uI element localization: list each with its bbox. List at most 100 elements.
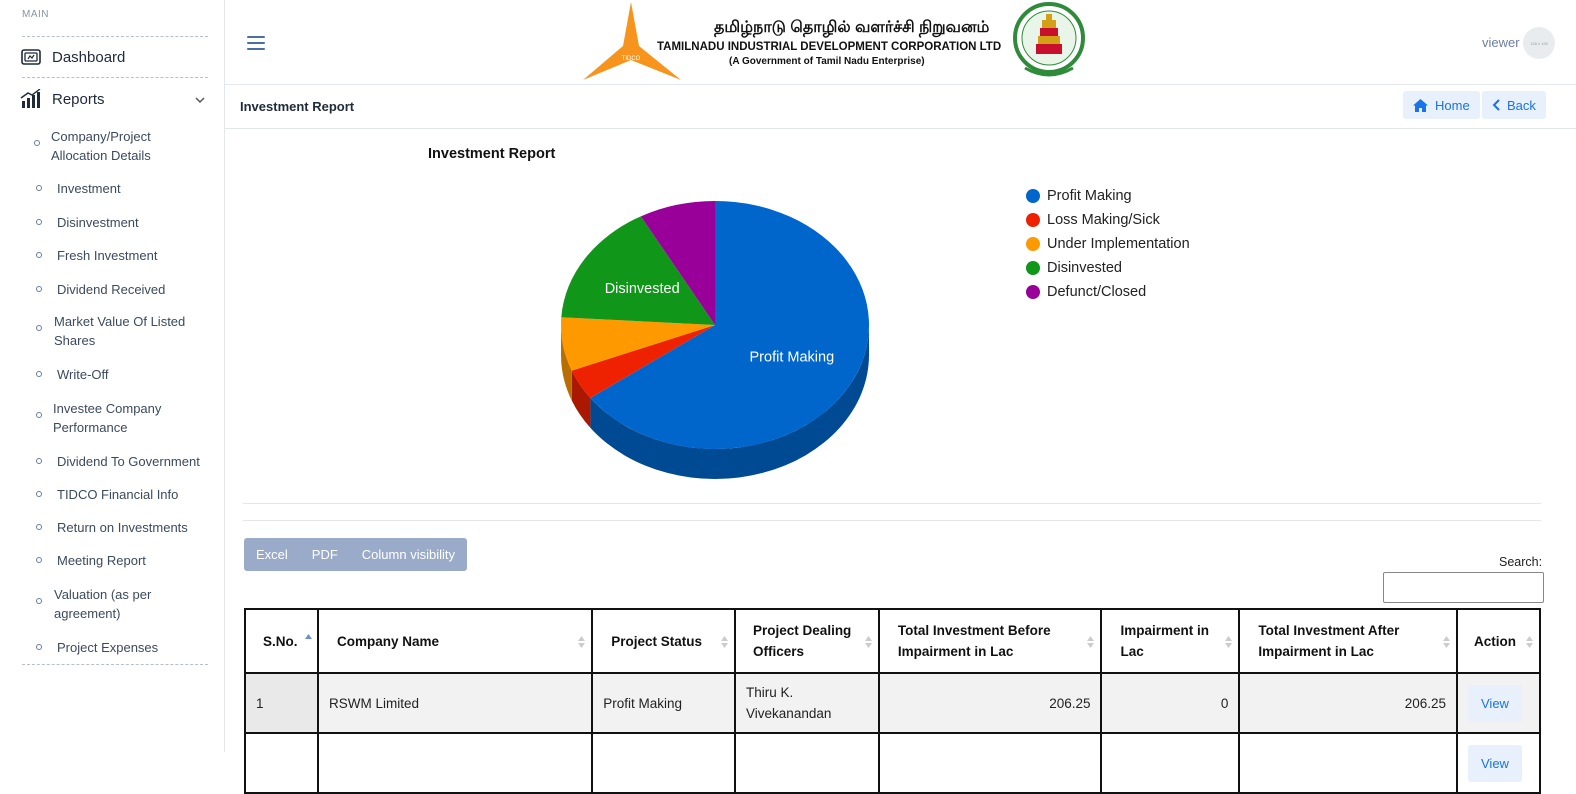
divider: [243, 520, 1541, 521]
cell-before: 206.25: [877, 672, 1103, 734]
pie-label-profit-making: Profit Making: [750, 350, 835, 366]
sidebar-item-dividend-government[interactable]: Dividend To Government: [36, 452, 200, 471]
search-input[interactable]: [1383, 572, 1544, 603]
sidebar-item-project-expenses[interactable]: Project Expenses: [36, 638, 159, 657]
sort-icon: [578, 636, 586, 648]
column-visibility-button[interactable]: Column visibility: [350, 538, 467, 571]
hamburger-menu-icon[interactable]: [247, 36, 265, 50]
sidebar-item-label: Write-Off: [57, 367, 109, 382]
cell-officers: [734, 732, 880, 794]
cell-impairment: [1100, 732, 1241, 794]
cell-after: 206.25: [1238, 672, 1458, 734]
back-button[interactable]: Back: [1482, 91, 1546, 119]
cell-officers: Thiru K. Vivekanandan: [734, 672, 880, 734]
logo-tamil-name: தமிழ்நாடு தொழில் வளர்ச்சி நிறுவனம்: [714, 19, 990, 36]
column-header-status[interactable]: Project Status: [591, 608, 737, 674]
legend-item-disinvested[interactable]: Disinvested: [1026, 256, 1190, 280]
chart-title: Investment Report: [428, 146, 556, 162]
sort-icon: [1087, 636, 1095, 648]
sidebar-item-label: Project Expenses: [57, 640, 159, 655]
home-button-label: Home: [1435, 97, 1470, 113]
sidebar-item-dashboard[interactable]: Dashboard: [20, 48, 125, 66]
investment-table: S.No. Company Name Project Status Projec…: [244, 608, 1541, 794]
legend-item-profit-making[interactable]: Profit Making: [1026, 184, 1190, 208]
cell-status: Profit Making: [591, 672, 737, 734]
column-header-impairment[interactable]: Impairment in Lac: [1100, 608, 1241, 674]
sidebar-item-financial-info[interactable]: TIDCO Financial Info: [36, 485, 178, 504]
sidebar-item-label: Market Value Of Listed Shares: [54, 314, 186, 348]
page-title: Investment Report: [240, 99, 355, 114]
sidebar-item-fresh-investment[interactable]: Fresh Investment: [36, 246, 157, 265]
sort-icon: [721, 636, 729, 648]
bullet-icon: [36, 371, 42, 377]
sidebar-section-label: MAIN: [22, 9, 49, 20]
back-button-label: Back: [1507, 97, 1536, 113]
view-button[interactable]: View: [1468, 684, 1522, 722]
column-header-action[interactable]: Action: [1456, 608, 1541, 674]
chevron-left-icon: [1492, 99, 1500, 111]
svg-text:TIDCO: TIDCO: [622, 56, 641, 62]
home-button[interactable]: Home: [1403, 91, 1480, 119]
column-header-after[interactable]: Total Investment After Impairment in Lac: [1238, 608, 1458, 674]
sort-icon: [1225, 636, 1233, 648]
view-button[interactable]: View: [1468, 744, 1522, 782]
chart-legend: Profit Making Loss Making/Sick Under Imp…: [1026, 184, 1190, 304]
sidebar-item-market-value[interactable]: Market Value Of Listed Shares: [36, 312, 204, 350]
excel-button[interactable]: Excel: [244, 538, 300, 571]
divider: [22, 36, 208, 37]
search-label: Search:: [1499, 555, 1543, 569]
legend-item-loss-making[interactable]: Loss Making/Sick: [1026, 208, 1190, 232]
cell-sno: [244, 732, 319, 794]
sidebar-item-investee-performance[interactable]: Investee Company Performance: [36, 399, 203, 437]
bullet-icon: [36, 491, 42, 497]
legend-item-under-implementation[interactable]: Under Implementation: [1026, 232, 1190, 256]
sidebar-item-label: Disinvestment: [57, 215, 139, 230]
chevron-down-icon[interactable]: [193, 93, 207, 107]
column-header-sno[interactable]: S.No.: [244, 608, 319, 674]
pdf-button[interactable]: PDF: [300, 538, 350, 571]
table-row: 1 RSWM Limited Profit Making Thiru K. Vi…: [244, 672, 1541, 734]
sidebar-item-company-allocation[interactable]: Company/Project Allocation Details: [34, 127, 201, 165]
legend-label: Defunct/Closed: [1047, 284, 1147, 300]
sidebar-item-meeting-report[interactable]: Meeting Report: [36, 551, 146, 570]
bullet-icon: [36, 219, 42, 225]
sidebar-item-write-off[interactable]: Write-Off: [36, 365, 109, 384]
cell-company: [316, 732, 594, 794]
logo-english-name: TAMILNADU INDUSTRIAL DEVELOPMENT CORPORA…: [657, 41, 1002, 53]
user-name[interactable]: viewer: [1482, 35, 1520, 50]
pie-label-disinvested: Disinvested: [605, 281, 680, 297]
cell-action: View: [1456, 732, 1541, 794]
bullet-icon: [36, 557, 42, 563]
legend-swatch: [1026, 261, 1040, 275]
avatar[interactable]: 128 x 128: [1523, 27, 1555, 59]
divider: [22, 664, 208, 665]
home-icon: [1413, 98, 1428, 112]
column-header-label: Company Name: [336, 633, 439, 649]
column-header-company[interactable]: Company Name: [316, 608, 594, 674]
sidebar-item-valuation[interactable]: Valuation (as per agreement): [36, 585, 184, 623]
column-header-before[interactable]: Total Investment Before Impairment in La…: [877, 608, 1103, 674]
sidebar-item-return-investments[interactable]: Return on Investments: [36, 518, 188, 537]
cell-status: [591, 732, 737, 794]
bullet-icon: [36, 458, 42, 464]
sidebar-item-disinvestment[interactable]: Disinvestment: [36, 213, 139, 232]
sidebar-item-label: Investment: [57, 181, 121, 196]
legend-item-defunct[interactable]: Defunct/Closed: [1026, 280, 1190, 304]
cell-company: RSWM Limited: [316, 672, 594, 734]
bullet-icon: [36, 598, 42, 604]
legend-swatch: [1026, 213, 1040, 227]
legend-label: Profit Making: [1047, 188, 1132, 204]
sidebar-item-dividend-received[interactable]: Dividend Received: [36, 280, 165, 299]
sidebar-item-investment[interactable]: Investment: [36, 179, 121, 198]
column-header-officers[interactable]: Project Dealing Officers: [734, 608, 880, 674]
cell-impairment: 0: [1100, 672, 1241, 734]
sort-icon: [1443, 636, 1450, 648]
sidebar-item-reports[interactable]: Reports: [20, 89, 105, 108]
column-header-label: Total Investment Before Impairment in La…: [897, 623, 1051, 659]
bullet-icon: [36, 286, 42, 292]
column-header-label: Project Dealing Officers: [753, 623, 852, 659]
bullet-icon: [36, 644, 42, 650]
sidebar-item-label: Return on Investments: [57, 520, 188, 535]
sort-asc-icon: [304, 634, 312, 639]
divider: [22, 77, 208, 78]
